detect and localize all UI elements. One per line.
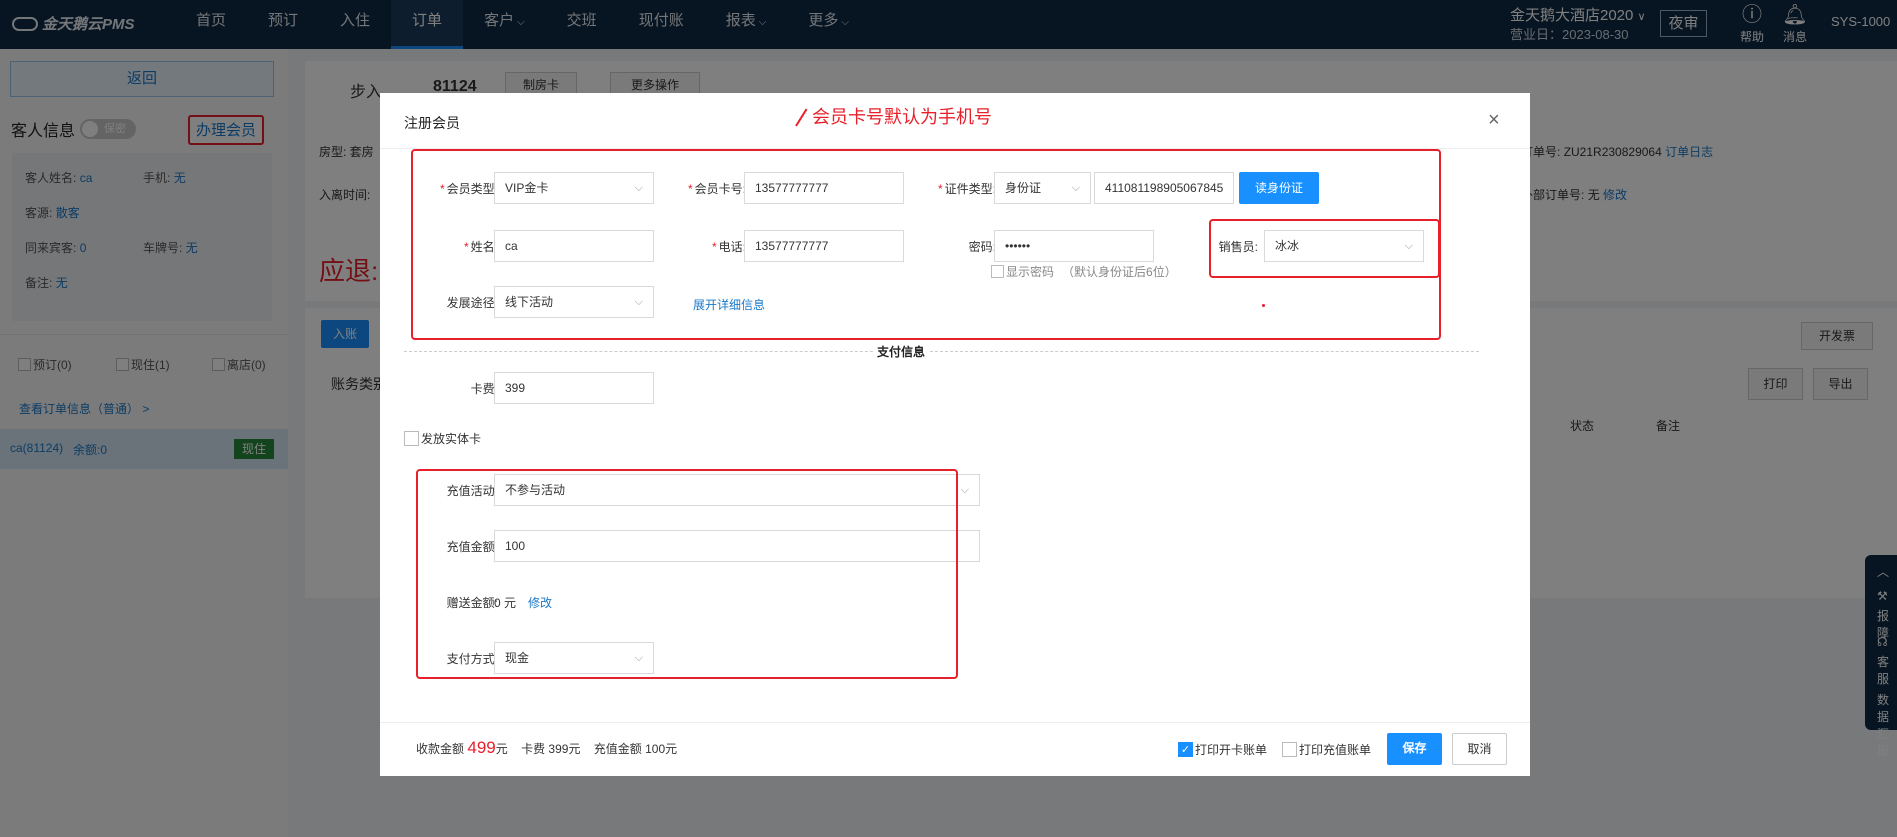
cancel-button[interactable]: 取消 [1452,733,1507,765]
divider [380,722,1530,723]
annotation-box-salesperson [1209,219,1440,278]
print-open-card-bill-checkbox[interactable]: ✓ 打印开卡账单 [1178,741,1267,758]
payment-info-title: 支付信息 [873,343,930,360]
annotation-box-recharge [416,469,958,679]
total-amount: 499 [467,738,496,757]
dialog-title: 注册会员 [404,115,460,131]
close-icon[interactable]: × [1488,109,1500,132]
annotation-dot [1262,304,1265,307]
check-icon: ✓ [1178,742,1193,757]
save-button[interactable]: 保存 [1387,733,1442,765]
issue-physical-card-checkbox[interactable]: 发放实体卡 [404,430,481,447]
chevron-down-icon: ⌵ [960,484,969,496]
annotation-text: 会员卡号默认为手机号 [812,107,992,127]
card-fee-label: 卡费: [470,382,498,396]
total-summary: 收款金额 499元 卡费 399元 充值金额 100元 [416,738,678,757]
print-recharge-bill-checkbox[interactable]: 打印充值账单 [1282,741,1371,758]
payment-divider [404,351,1479,352]
card-fee-input[interactable]: 399 [494,372,654,404]
